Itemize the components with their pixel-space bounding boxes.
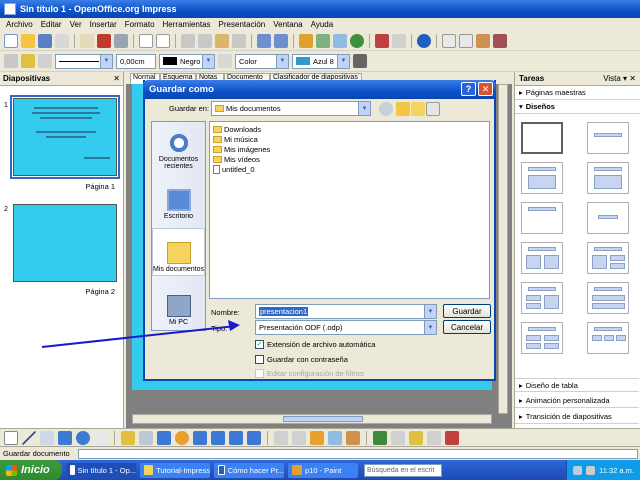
folder-icon — [144, 465, 154, 475]
volume-icon[interactable] — [586, 465, 596, 475]
text-tool-icon[interactable] — [94, 430, 108, 445]
taskbar-button-paint[interactable]: p10 - Paint — [288, 462, 358, 478]
system-tray: 11:32 a.m. — [566, 460, 640, 480]
gallery-icon[interactable] — [346, 430, 360, 445]
start-button[interactable]: Inicio — [0, 460, 62, 480]
windows-logo-icon — [6, 464, 17, 476]
transitions-icon[interactable] — [445, 430, 459, 445]
block-arrows-icon[interactable] — [193, 430, 207, 445]
desktop-search-input[interactable]: Búsqueda en el escrit — [364, 463, 442, 477]
points-icon[interactable] — [274, 430, 288, 445]
basic-shapes-icon[interactable] — [157, 430, 171, 445]
gluepoints-icon[interactable] — [292, 430, 306, 445]
arrow-tool-icon[interactable] — [40, 430, 54, 445]
arrow-line — [41, 325, 237, 348]
status-text: Guardar documento — [3, 449, 70, 458]
extrusion-icon[interactable] — [427, 430, 441, 445]
symbol-shapes-icon[interactable] — [175, 430, 189, 445]
rotate-icon[interactable] — [373, 430, 387, 445]
status-bar: Guardar documento — [0, 446, 640, 460]
alignment-icon[interactable] — [391, 430, 405, 445]
flowchart-icon[interactable] — [211, 430, 225, 445]
line-tool-icon[interactable] — [22, 430, 36, 445]
callouts-icon[interactable] — [229, 430, 243, 445]
ellipse-icon[interactable] — [76, 430, 90, 445]
curve-icon[interactable] — [121, 430, 135, 445]
drawing-toolbar — [0, 428, 640, 446]
network-icon[interactable] — [573, 465, 583, 475]
word-icon — [218, 465, 225, 475]
taskbar-button-tutorial[interactable]: Tutorial-Impress — [140, 462, 210, 478]
stars-icon[interactable] — [247, 430, 261, 445]
rectangle-icon[interactable] — [58, 430, 72, 445]
annotation-arrow — [41, 320, 240, 348]
impress-icon — [70, 465, 75, 475]
clock: 11:32 a.m. — [599, 465, 634, 475]
status-progress-area — [77, 448, 638, 459]
fontwork-icon[interactable] — [310, 430, 324, 445]
connector-icon[interactable] — [139, 430, 153, 445]
windows-taskbar: Inicio Sin título 1 - Op... Tutorial-Imp… — [0, 460, 640, 480]
arrange-icon[interactable] — [409, 430, 423, 445]
taskbar-button-word[interactable]: Cómo hacer Pr... — [214, 462, 284, 478]
arrow-head — [228, 320, 240, 331]
select-arrow-icon[interactable] — [4, 430, 18, 445]
paint-icon — [292, 465, 302, 475]
from-file-icon[interactable] — [328, 430, 342, 445]
taskbar-button-impress[interactable]: Sin título 1 - Op... — [66, 462, 136, 478]
